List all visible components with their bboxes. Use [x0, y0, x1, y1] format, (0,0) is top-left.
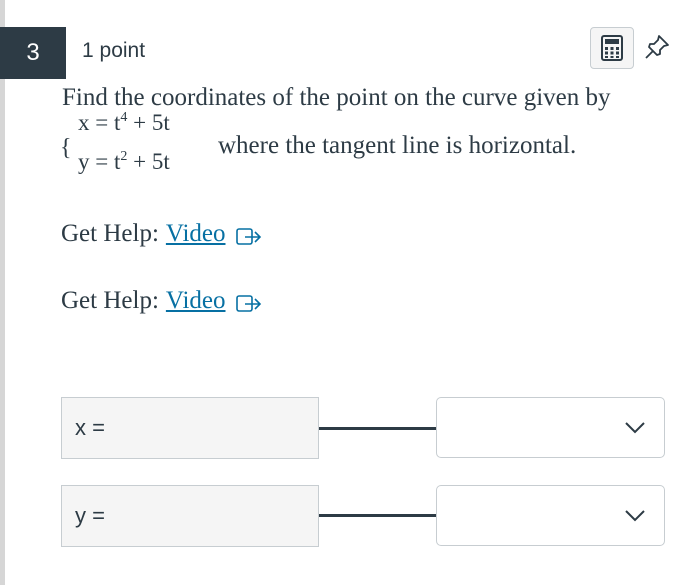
- question-prompt: Find the coordinates of the point on the…: [62, 84, 611, 111]
- match-connector: [319, 514, 436, 517]
- get-help-label: Get Help:: [61, 220, 159, 247]
- answer-select-y[interactable]: [436, 485, 665, 546]
- equation-x-rest: + 5t: [127, 110, 170, 135]
- answer-select-x[interactable]: [436, 397, 665, 458]
- pin-icon[interactable]: [643, 33, 671, 61]
- question-number: 3: [26, 39, 40, 66]
- equation-y: y = t2 + 5t: [78, 149, 170, 175]
- chevron-down-icon: [625, 421, 645, 433]
- equation-x: x = t4 + 5t: [78, 110, 170, 136]
- answer-label-y: y =: [61, 485, 319, 547]
- equation-y-base: y = t: [78, 149, 121, 174]
- calculator-icon: [601, 35, 623, 61]
- question-condition: where the tangent line is horizontal.: [218, 132, 577, 159]
- answer-label-x: x =: [61, 397, 319, 459]
- external-link-icon: [235, 228, 261, 245]
- question-number-badge: 3: [0, 27, 66, 79]
- chevron-down-icon: [625, 509, 645, 521]
- video-link[interactable]: Video: [166, 220, 230, 248]
- question-card: 3 1 point Find the coordinates of the po…: [0, 0, 700, 585]
- calculator-button[interactable]: [590, 27, 634, 69]
- match-connector: [319, 427, 436, 430]
- get-help-row: Get Help: Video: [61, 287, 262, 315]
- video-link[interactable]: Video: [166, 287, 230, 315]
- get-help-row: Get Help: Video: [61, 220, 262, 248]
- equation-brace: {: [60, 135, 72, 161]
- equation-y-rest: + 5t: [127, 149, 170, 174]
- external-link-icon: [235, 295, 261, 312]
- question-points: 1 point: [82, 39, 146, 62]
- get-help-label: Get Help:: [61, 287, 159, 314]
- equation-x-base: x = t: [78, 110, 121, 135]
- left-border: [0, 0, 5, 585]
